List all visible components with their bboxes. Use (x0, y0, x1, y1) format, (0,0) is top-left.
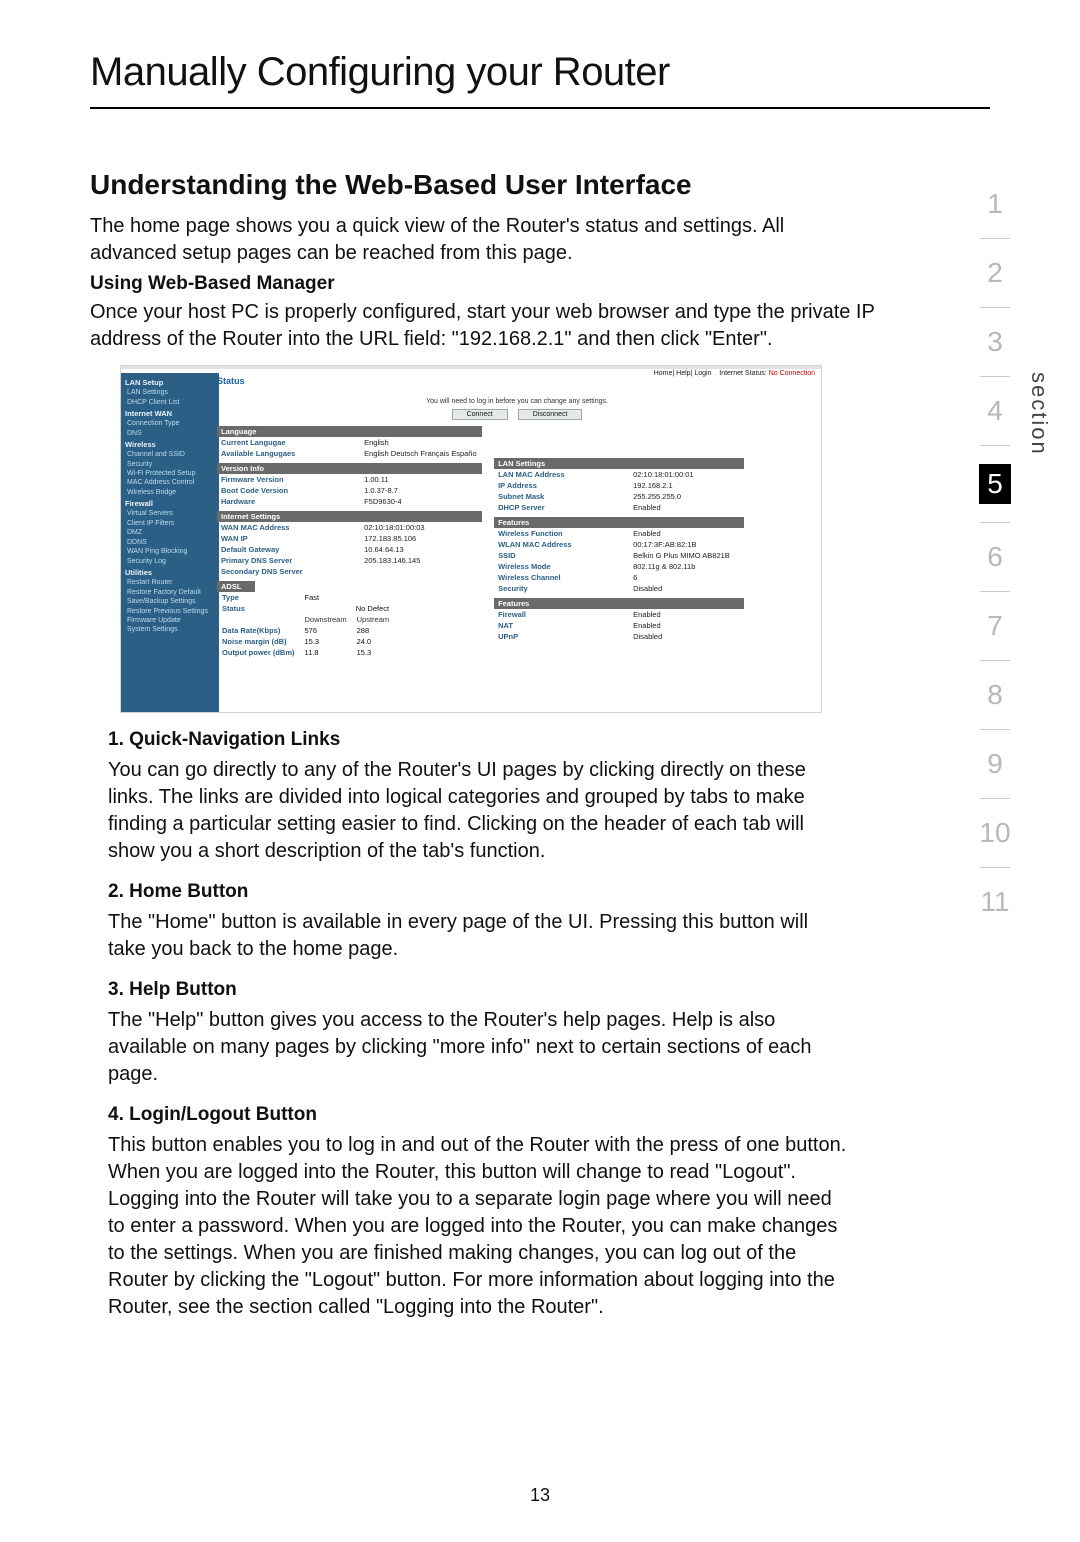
disconnect-button[interactable]: Disconnect (518, 409, 583, 420)
sidebar-item[interactable]: Restart Router (125, 578, 215, 587)
login-note: You will need to log in before you can c… (217, 398, 817, 405)
section-number[interactable]: 1 (970, 188, 1020, 220)
sidebar-item[interactable]: Restore Previous Settings (125, 607, 215, 616)
sidebar-item[interactable]: LAN Settings (125, 388, 215, 397)
version-table: Firmware Version1.00.11 Boot Code Versio… (217, 474, 482, 507)
language-panel-heading: Language (217, 426, 482, 437)
lan-table: LAN MAC Address02:10:18:01:00:01 IP Addr… (494, 469, 744, 513)
status-page: Status You will need to log in before yo… (217, 376, 817, 708)
sidebar-item[interactable]: MAC Address Control (125, 478, 215, 487)
section-number[interactable]: 8 (970, 679, 1020, 711)
sidebar-item[interactable]: Client IP Filters (125, 519, 215, 528)
section-number[interactable]: 4 (970, 395, 1020, 427)
language-table: Current LangugaeEnglish Available Langug… (217, 437, 482, 459)
content: Understanding the Web-Based User Interfa… (90, 169, 850, 295)
features2-table: FirewallEnabled NATEnabled UPnPDisabled (494, 609, 744, 642)
lan-panel-heading: LAN Settings (494, 458, 744, 469)
sidebar-item[interactable]: Security Log (125, 557, 215, 566)
version-panel-heading: Version Info (217, 463, 482, 474)
using-heading: Using Web-Based Manager (90, 273, 850, 295)
features-table: Wireless FunctionEnabled WLAN MAC Addres… (494, 528, 744, 594)
title-rule (90, 107, 990, 109)
adsl-heading: ADSL (217, 581, 255, 592)
features-panel-heading: Features (494, 517, 744, 528)
sidebar-cat-lan[interactable]: LAN Setup (125, 378, 215, 388)
document-page: { "page_number": "13", "section_label": … (0, 0, 1080, 1542)
sidebar-cat-utilities[interactable]: Utilities (125, 568, 215, 578)
features2-panel-heading: Features (494, 598, 744, 609)
sidebar-item[interactable]: DHCP Client List (125, 398, 215, 407)
section-number[interactable]: 9 (970, 748, 1020, 780)
intro-paragraph: The home page shows you a quick view of … (90, 213, 850, 267)
section-number[interactable]: 7 (970, 610, 1020, 642)
sidebar-item[interactable]: Firmware Update (125, 616, 215, 625)
item2-paragraph: The "Home" button is available in every … (108, 909, 850, 963)
sidebar-cat-wireless[interactable]: Wireless (125, 440, 215, 450)
section-number[interactable]: 6 (970, 541, 1020, 573)
adsl-table: TypeFast StatusNo Defect DownstreamUpstr… (217, 592, 394, 658)
sidebar-item[interactable]: Channel and SSID (125, 450, 215, 459)
section-label: section (1026, 372, 1052, 456)
router-ui-screenshot: Home| Help| Login Internet Status: No Co… (120, 365, 822, 713)
sidebar-item[interactable]: WAN Ping Blocking (125, 547, 215, 556)
sidebar-item[interactable]: Virtual Servers (125, 509, 215, 518)
section-number[interactable]: 2 (970, 257, 1020, 289)
item4-paragraph: This button enables you to log in and ou… (108, 1132, 850, 1321)
page-title: Manually Configuring your Router (90, 50, 990, 95)
sidebar-cat-firewall[interactable]: Firewall (125, 499, 215, 509)
item3-heading: 3. Help Button (108, 979, 850, 1001)
section-number[interactable]: 11 (970, 886, 1020, 918)
sidebar-item[interactable]: DDNS (125, 538, 215, 547)
item1-paragraph: You can go directly to any of the Router… (108, 757, 850, 865)
section-number[interactable]: 3 (970, 326, 1020, 358)
sidebar-item[interactable]: DMZ (125, 528, 215, 537)
sidebar-item[interactable]: Security (125, 460, 215, 469)
sidebar-item[interactable]: Save/Backup Settings (125, 597, 215, 606)
section-nav: 1 2 3 4 5 6 7 8 9 10 11 (970, 170, 1020, 936)
item1-heading: 1. Quick-Navigation Links (108, 729, 850, 751)
section-number-active[interactable]: 5 (979, 464, 1011, 504)
item2-heading: 2. Home Button (108, 881, 850, 903)
item4-heading: 4. Login/Logout Button (108, 1104, 850, 1126)
sidebar-item[interactable]: Wi-Fi Protected Setup (125, 469, 215, 478)
sidebar-item[interactable]: Wireless Bridge (125, 488, 215, 497)
section-heading: Understanding the Web-Based User Interfa… (90, 169, 850, 201)
internet-table: WAN MAC Address02:10:18:01:00:03 WAN IP1… (217, 522, 482, 577)
internet-panel-heading: Internet Settings (217, 511, 482, 522)
sidebar-item[interactable]: Connection Type (125, 419, 215, 428)
sidebar-item[interactable]: Restore Factory Default (125, 588, 215, 597)
lower-content: 1. Quick-Navigation Links You can go dir… (90, 729, 850, 1321)
sidebar-item[interactable]: System Settings (125, 625, 215, 634)
connect-button[interactable]: Connect (452, 409, 508, 420)
sidebar-item[interactable]: DNS (125, 429, 215, 438)
sidebar: LAN Setup LAN Settings DHCP Client List … (121, 373, 219, 712)
page-number: 13 (0, 1485, 1080, 1506)
section-number[interactable]: 10 (970, 817, 1020, 849)
using-paragraph: Once your host PC is properly configured… (90, 299, 920, 353)
item3-paragraph: The "Help" button gives you access to th… (108, 1007, 850, 1088)
status-heading: Status (217, 376, 817, 386)
sidebar-cat-wan[interactable]: Internet WAN (125, 409, 215, 419)
